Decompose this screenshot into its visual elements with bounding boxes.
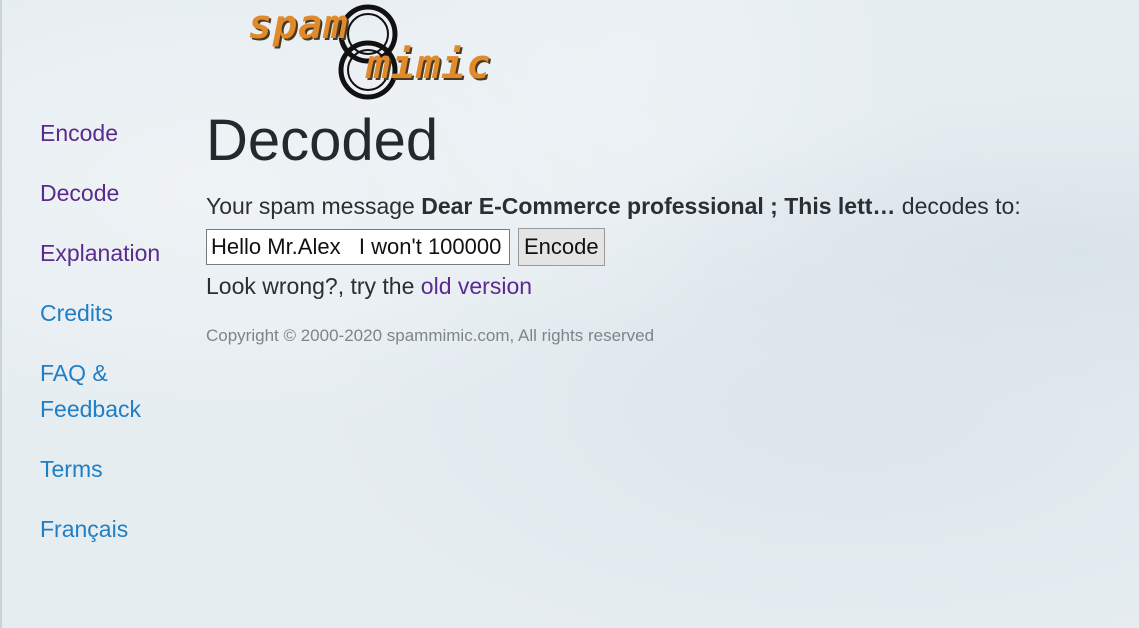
decode-message-line: Your spam message Dear E-Commerce profes… bbox=[206, 190, 1106, 222]
sidebar-item-credits[interactable]: Credits bbox=[40, 295, 190, 331]
sidebar-item-terms[interactable]: Terms bbox=[40, 451, 190, 487]
sidebar-item-faq-feedback[interactable]: FAQ & Feedback bbox=[40, 355, 190, 427]
sidebar-nav: Encode Decode Explanation Credits FAQ & F… bbox=[40, 115, 190, 571]
main-content: Decoded Your spam message Dear E-Commerc… bbox=[206, 108, 1106, 346]
look-wrong-line: Look wrong?, try the old version bbox=[206, 268, 1106, 304]
logo-word-mimic: mimic bbox=[366, 42, 492, 88]
copyright-notice: Copyright © 2000-2020 spammimic.com, All… bbox=[206, 326, 655, 345]
sidebar-item-feedback-label: Feedback bbox=[40, 396, 142, 422]
sidebar-item-francais[interactable]: Français bbox=[40, 511, 190, 547]
decoded-form: Encode bbox=[206, 226, 1106, 268]
look-wrong-text: Look wrong?, try the bbox=[206, 273, 421, 299]
decoded-text-field[interactable] bbox=[206, 229, 510, 265]
logo-word-spam: spam bbox=[248, 2, 349, 48]
sidebar-item-encode[interactable]: Encode bbox=[40, 115, 190, 151]
message-prefix: Your spam message bbox=[206, 193, 422, 219]
sidebar-item-faq-label: FAQ & bbox=[40, 360, 108, 386]
page-left-border bbox=[0, 0, 2, 628]
encode-button[interactable]: Encode bbox=[518, 228, 605, 266]
sidebar-item-explanation[interactable]: Explanation bbox=[40, 235, 190, 271]
page-title: Decoded bbox=[206, 108, 439, 173]
message-suffix: decodes to: bbox=[895, 193, 1021, 219]
spammimic-logo[interactable]: spam mimic bbox=[248, 2, 508, 100]
spam-message-excerpt: Dear E-Commerce professional ; This lett… bbox=[421, 193, 896, 219]
old-version-link[interactable]: old version bbox=[421, 273, 532, 299]
sidebar-item-decode[interactable]: Decode bbox=[40, 175, 190, 211]
